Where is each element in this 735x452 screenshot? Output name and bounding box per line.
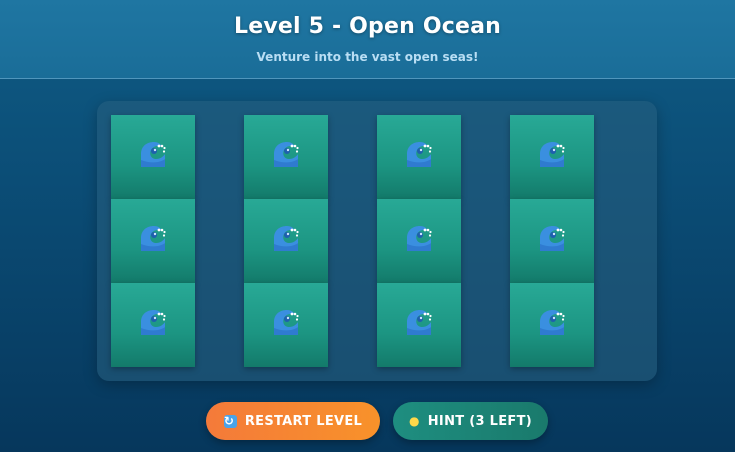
card-tile[interactable]	[111, 199, 195, 283]
card-tile[interactable]	[377, 199, 461, 283]
card-tile[interactable]	[244, 283, 328, 367]
lightbulb-icon: ●	[408, 414, 420, 428]
wave-icon	[138, 224, 168, 258]
card-tile[interactable]	[510, 199, 594, 283]
card-tile[interactable]	[510, 115, 594, 199]
card-tile[interactable]	[377, 283, 461, 367]
level-title: Level 5 - Open Ocean	[233, 14, 502, 39]
card-tile[interactable]	[244, 199, 328, 283]
wave-icon	[537, 308, 567, 342]
card-board	[97, 101, 657, 381]
wave-icon	[271, 308, 301, 342]
restart-icon: ↻	[223, 414, 237, 428]
card-tile[interactable]	[510, 283, 594, 367]
restart-level-label: RESTART LEVEL	[244, 413, 363, 429]
wave-icon	[138, 140, 168, 174]
restart-level-button[interactable]: ↻ RESTART LEVEL	[206, 402, 380, 440]
level-subtitle: Venture into the vast open seas!	[256, 50, 479, 64]
card-tile[interactable]	[111, 283, 195, 367]
card-tile[interactable]	[111, 115, 195, 199]
card-tile[interactable]	[377, 115, 461, 199]
wave-icon	[404, 308, 434, 342]
wave-icon	[138, 308, 168, 342]
wave-icon	[271, 224, 301, 258]
card-tile[interactable]	[244, 115, 328, 199]
hint-label: HINT (3 LEFT)	[427, 413, 533, 429]
hint-button[interactable]: ● HINT (3 LEFT)	[393, 402, 548, 440]
wave-icon	[404, 224, 434, 258]
wave-icon	[537, 224, 567, 258]
wave-icon	[537, 140, 567, 174]
level-header: Level 5 - Open Ocean Venture into the va…	[0, 0, 735, 79]
wave-icon	[404, 140, 434, 174]
wave-icon	[271, 140, 301, 174]
